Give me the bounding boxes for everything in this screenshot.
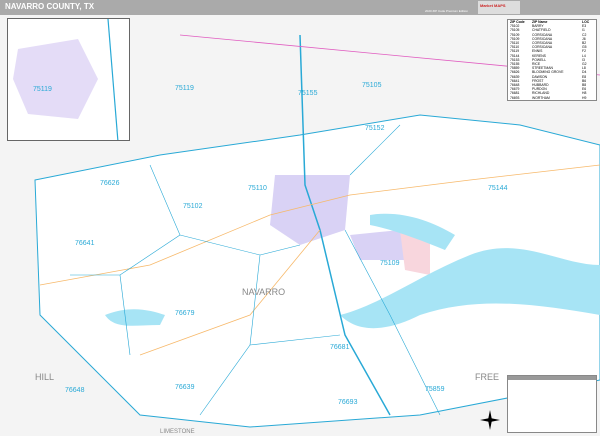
zip-label: 76641 [75,240,95,247]
zip-label: 76648 [65,387,85,394]
inset-zip-label: 75119 [33,86,52,93]
zip-label: 75109 [380,260,400,267]
table-cell: H9 [582,95,587,100]
zip-label: 76639 [175,384,195,391]
table-cell: WORTHAM [532,95,550,100]
publisher-logo: Market MAPS [478,1,520,14]
zip-label: 76693 [338,399,358,406]
table-cell: 76693 [510,95,520,100]
map-legend [507,375,597,433]
zip-code-table: ZIP Code ZIP Name LOC 75102 BARRY E3 75105 C… [507,19,597,101]
zip-label: 75859 [425,386,445,393]
table-row: 76693 WORTHAM H9 [508,96,596,100]
zip-label: 76679 [175,310,195,317]
neighbor-county-label: LIMESTONE [160,429,195,435]
zip-label: 75155 [298,90,318,97]
zip-label: 75144 [488,185,508,192]
edition-label: 2020 ZIP Code Premium Edition [425,9,468,13]
zip-label: 76681 [330,344,350,351]
zip-label: 75102 [183,203,203,210]
neighbor-county-label: FREE [475,372,499,382]
zip-label: 76626 [100,180,120,187]
neighbor-county-label: HILL [35,372,54,382]
county-label: NAVARRO [242,287,285,297]
zip-label: 75110 [248,185,267,192]
map-title: NAVARRO COUNTY, TX [5,2,95,11]
inset-map: 75119 [7,18,130,141]
zip-label: 75152 [365,125,385,132]
zip-label: 75105 [362,82,382,89]
header-bar: NAVARRO COUNTY, TX 2020 ZIP Code Premium… [0,0,600,15]
zip-label: 75119 [175,85,194,92]
